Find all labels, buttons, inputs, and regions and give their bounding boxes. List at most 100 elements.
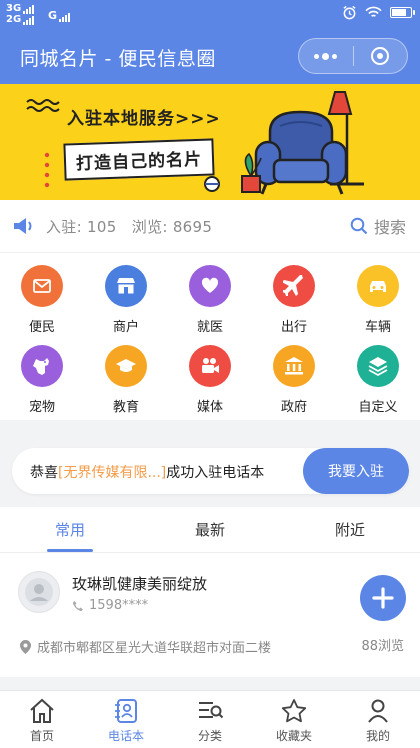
signal-indicator: 3G 2G (6, 3, 35, 25)
home-icon (30, 698, 54, 723)
signal-bars-icon (23, 15, 35, 25)
target-icon (371, 47, 390, 65)
more-dots-icon (314, 52, 338, 60)
layers-icon (357, 345, 399, 387)
tabbar-category[interactable]: 分类 (168, 691, 252, 748)
store-icon (105, 265, 147, 307)
join-button[interactable]: 我要入驻 (303, 448, 409, 494)
category-item[interactable]: 政府 (252, 345, 336, 415)
status-bar: 3G 2G G (0, 0, 420, 30)
category-label: 出行 (280, 320, 307, 335)
list-tabs: 常用 最新 附近 (0, 507, 420, 553)
avatar-placeholder-icon (25, 578, 53, 606)
banner-subheadline: 打造自己的名片 (75, 149, 203, 175)
more-button[interactable] (299, 39, 353, 73)
card-phone[interactable]: 1598**** (72, 598, 148, 613)
network-type-2: 2G (6, 14, 22, 25)
views-label: 浏览: (131, 218, 168, 236)
tabbar-contacts[interactable]: 电话本 (84, 691, 168, 748)
category-label: 车辆 (364, 320, 391, 335)
tab-common[interactable]: 常用 (0, 507, 140, 552)
category-label: 政府 (280, 400, 307, 415)
category-item[interactable]: 车辆 (336, 265, 420, 335)
search-label: 搜索 (373, 218, 406, 237)
tabbar-favorites-label: 收藏夹 (275, 729, 312, 743)
wave-decoration-icon (26, 99, 60, 112)
tabbar-favorites[interactable]: 收藏夹 (252, 691, 336, 748)
battery-icon (390, 7, 415, 18)
dog-icon (21, 345, 63, 387)
speaker-icon (14, 218, 32, 234)
category-grid: 便民 商户 就医 出行 车辆宠物 教育 媒体 政府 自定义 (0, 252, 420, 420)
phone-screen: 3G 2G G 同城名片 - 便民信息圈 入驻本地服务>>> 打造自己的名片 入… (0, 0, 420, 748)
card-views: 88浏览 (361, 639, 404, 654)
user-icon (368, 699, 388, 723)
car-icon (357, 265, 399, 307)
signal-bars-icon (23, 4, 35, 14)
category-item[interactable]: 商户 (84, 265, 168, 335)
category-item[interactable]: 出行 (252, 265, 336, 335)
star-icon (281, 699, 307, 723)
category-icon (199, 702, 224, 719)
add-contact-button[interactable] (360, 575, 406, 621)
category-item[interactable]: 就医 (168, 265, 252, 335)
location-pin-icon (20, 639, 31, 654)
promo-banner[interactable]: 入驻本地服务>>> 打造自己的名片 (0, 84, 420, 200)
category-item[interactable]: 宠物 (0, 345, 84, 415)
banner-subheadline-box: 打造自己的名片 (63, 138, 215, 181)
joined-label: 入驻: (46, 218, 82, 236)
tab-nearby[interactable]: 附近 (280, 507, 420, 552)
close-miniprogram-button[interactable] (354, 39, 408, 73)
category-item[interactable]: 便民 (0, 265, 84, 335)
search-button[interactable]: 搜索 (350, 214, 406, 238)
mail-icon (21, 265, 63, 307)
tabbar-home-label: 首页 (29, 729, 54, 743)
dots-decoration-icon (44, 152, 50, 188)
business-card-item[interactable]: 玫琳凯健康美丽绽放 1598**** 成都市郫都区星光大道华联超市对面二楼 88… (0, 553, 420, 677)
graduation-cap-icon (105, 345, 147, 387)
notice-prefix: 恭喜 (30, 465, 58, 481)
card-address-row: 成都市郫都区星光大道华联超市对面二楼 (20, 637, 271, 656)
card-phone-number: 1598**** (89, 598, 149, 613)
bottom-tab-bar: 首页 电话本 分类 收藏夹 我的 (0, 690, 420, 748)
card-address: 成都市郫都区星光大道华联超市对面二楼 (37, 641, 272, 656)
search-icon (350, 217, 368, 235)
signal-bars-icon (59, 12, 71, 22)
notice-company[interactable]: [无界传媒有限...] (58, 465, 166, 481)
category-label: 就医 (196, 320, 223, 335)
status-right (342, 5, 415, 20)
wifi-icon (365, 6, 382, 17)
notice-message: 恭喜[无界传媒有限...]成功入驻电话本 (30, 462, 264, 482)
banner-headline: 入驻本地服务>>> (67, 109, 221, 129)
joined-count: 105 (87, 218, 117, 236)
join-notice: 恭喜[无界传媒有限...]成功入驻电话本 我要入驻 (12, 448, 409, 494)
category-item[interactable]: 教育 (84, 345, 168, 415)
tabbar-me[interactable]: 我的 (336, 691, 420, 748)
alarm-icon (343, 5, 356, 20)
tab-latest[interactable]: 最新 (140, 507, 280, 552)
category-label: 宠物 (28, 400, 55, 415)
page-title: 同城名片 - 便民信息圈 (20, 48, 216, 70)
tabbar-home[interactable]: 首页 (0, 691, 84, 748)
contacts-icon (115, 699, 137, 723)
notice-suffix: 成功入驻电话本 (166, 465, 265, 481)
category-item[interactable]: 自定义 (336, 345, 420, 415)
top-bar: 3G 2G G 同城名片 - 便民信息圈 (0, 0, 420, 84)
network-type-3: G (48, 9, 58, 22)
tabbar-contacts-label: 电话本 (107, 729, 144, 743)
category-item[interactable]: 媒体 (168, 345, 252, 415)
plus-icon (372, 587, 394, 609)
heart-icon (189, 265, 231, 307)
bank-icon (273, 345, 315, 387)
category-label: 教育 (112, 400, 139, 415)
tabbar-category-label: 分类 (197, 729, 222, 743)
category-label: 商户 (112, 320, 139, 335)
stats-row: 入驻: 105 浏览: 8695 搜索 (0, 200, 420, 252)
card-name: 玫琳凯健康美丽绽放 (72, 575, 208, 593)
category-label: 媒体 (196, 400, 223, 415)
video-camera-icon (189, 345, 231, 387)
plane-icon (273, 265, 315, 307)
avatar (18, 571, 60, 613)
phone-icon (73, 600, 83, 611)
tabbar-me-label: 我的 (365, 729, 390, 743)
